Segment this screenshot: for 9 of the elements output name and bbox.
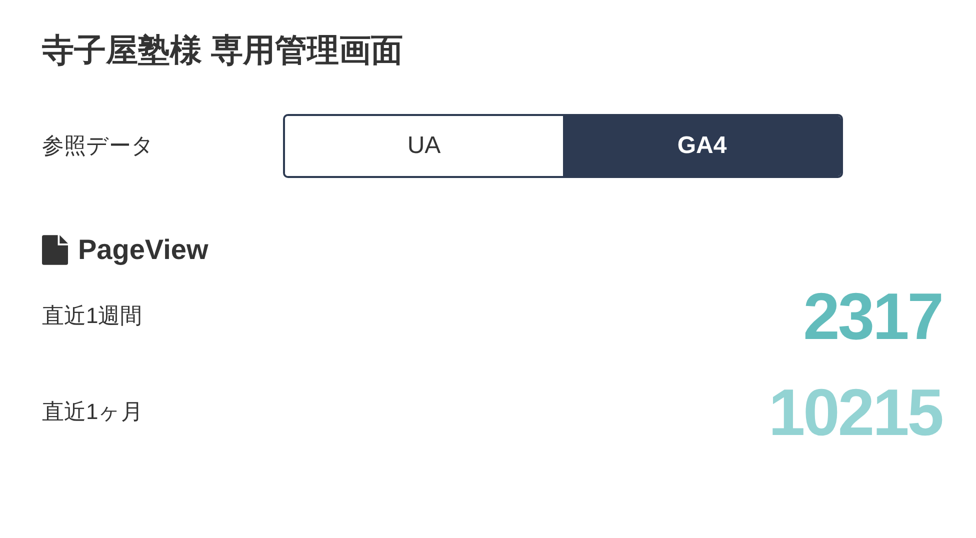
stat-value: 2317	[803, 278, 942, 354]
data-source-label: 参照データ	[42, 132, 155, 160]
section-title: PageView	[78, 234, 208, 266]
page-title: 寺子屋塾様 専用管理画面	[42, 31, 404, 70]
stat-label: 直近1週間	[42, 302, 142, 330]
stat-label: 直近1ヶ月	[42, 398, 144, 426]
segment-tab[interactable]: GA4	[563, 116, 841, 176]
stat-value: 10215	[768, 374, 942, 450]
document-icon	[42, 235, 68, 265]
